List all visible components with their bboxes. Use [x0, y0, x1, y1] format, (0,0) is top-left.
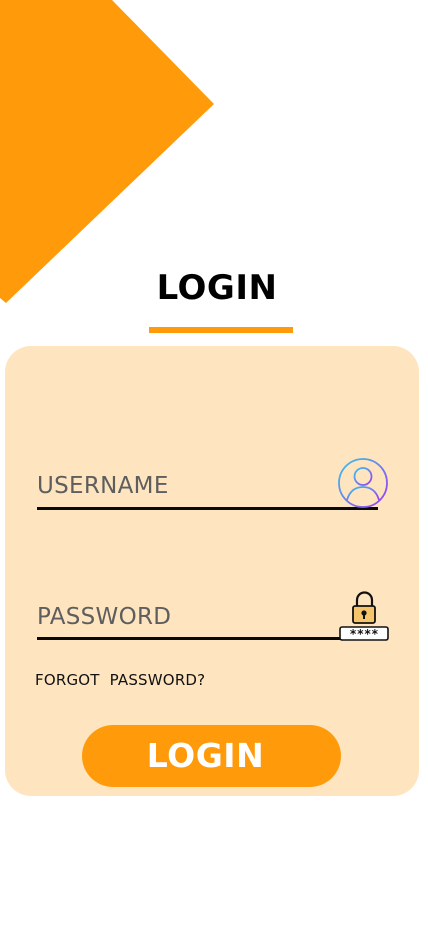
username-underline	[37, 507, 378, 510]
login-button[interactable]: LOGIN	[82, 725, 341, 787]
username-field[interactable]: USERNAME	[37, 473, 169, 499]
title-underline	[149, 327, 293, 333]
padlock-password-icon: ****	[339, 591, 389, 641]
page-title: LOGIN	[156, 268, 278, 308]
password-underline	[37, 637, 386, 640]
login-button-label: LOGIN	[146, 736, 265, 775]
user-avatar-icon	[338, 458, 388, 508]
forgot-password-link[interactable]: FORGOT PASSWORD?	[35, 671, 205, 689]
password-field[interactable]: PASSWORD	[37, 604, 171, 630]
password-mask-text: ****	[350, 627, 379, 641]
orange-diamond-shape	[0, 0, 214, 303]
